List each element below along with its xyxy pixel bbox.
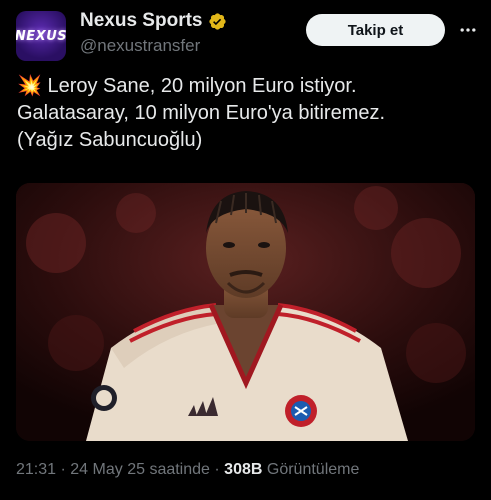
- author-display-name[interactable]: Nexus Sports: [80, 10, 202, 32]
- tweet-line-1: 💥 Leroy Sane, 20 milyon Euro istiyor.: [17, 73, 477, 100]
- explosion-emoji-icon: 💥: [17, 75, 42, 97]
- tweet-line-2: Galatasaray, 10 milyon Euro'ya bitiremez…: [17, 102, 386, 124]
- more-dots-icon: [460, 28, 476, 32]
- views-count: 308B: [224, 461, 263, 478]
- meta-separator-2: ·: [214, 461, 220, 478]
- tweet-line-1-text: Leroy Sane, 20 milyon Euro istiyor.: [47, 75, 357, 97]
- avatar-logo-text: NEXUS: [16, 28, 66, 44]
- meta-separator: ·: [60, 461, 66, 478]
- views-label: Görüntüleme: [266, 461, 360, 478]
- author-avatar[interactable]: NEXUS: [16, 11, 66, 61]
- author-name-row: Nexus Sports: [80, 10, 227, 32]
- tweet-line-3: (Yağız Sabuncuoğlu): [17, 129, 203, 151]
- tweet-text: 💥 Leroy Sane, 20 milyon Euro istiyor. Ga…: [17, 73, 477, 154]
- tweet-media-photo[interactable]: [16, 183, 475, 441]
- author-handle[interactable]: @nexustransfer: [80, 36, 200, 56]
- follow-button[interactable]: Takip et: [306, 14, 445, 46]
- tweet-meta: 21:31 · 24 May 25 saatinde · 308B Görünt…: [16, 461, 359, 479]
- tweet-time[interactable]: 21:31: [16, 461, 56, 478]
- verified-badge-icon[interactable]: [208, 12, 227, 31]
- tweet-date[interactable]: 24 May 25 saatinde: [70, 461, 210, 478]
- more-options-icon[interactable]: [456, 18, 480, 42]
- player-photo-illustration: [16, 183, 475, 441]
